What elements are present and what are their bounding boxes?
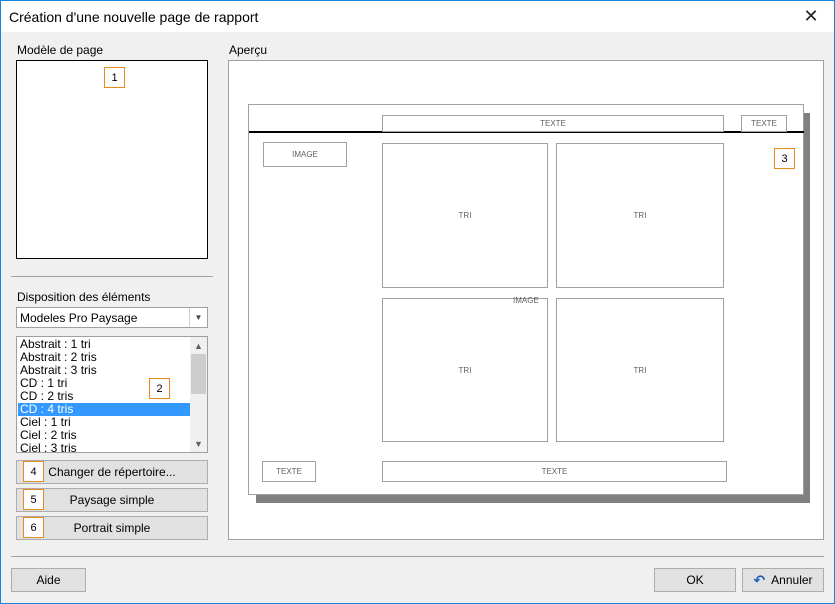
- preview-label: Aperçu: [229, 43, 268, 57]
- change-directory-button[interactable]: Changer de répertoire...: [16, 460, 208, 484]
- badge-5: 5: [23, 489, 44, 510]
- badge-4: 4: [23, 461, 44, 482]
- tri-label: TRI: [458, 211, 472, 220]
- listbox-scrollbar[interactable]: ▲ ▼: [190, 337, 207, 452]
- portrait-simple-label: Portrait simple: [73, 521, 151, 535]
- header-text-label: TEXTE: [540, 119, 566, 128]
- tri-label: TRI: [633, 365, 647, 375]
- layout-combo[interactable]: Modeles Pro Paysage ▼: [16, 307, 208, 328]
- ok-button[interactable]: OK: [654, 568, 736, 592]
- image-floating-label: IMAGE: [513, 296, 539, 305]
- scroll-thumb[interactable]: [191, 354, 206, 394]
- change-directory-label: Changer de répertoire...: [48, 465, 176, 479]
- close-icon[interactable]: ✕: [788, 1, 834, 32]
- layout-label: Disposition des éléments: [17, 290, 151, 304]
- tri-box-1: TRI: [382, 143, 548, 288]
- template-label: Modèle de page: [17, 43, 104, 57]
- image-box: IMAGE: [263, 142, 347, 167]
- scroll-down-icon[interactable]: ▼: [190, 435, 207, 452]
- landscape-simple-label: Paysage simple: [69, 493, 155, 507]
- footer-text-label: TEXTE: [541, 467, 568, 476]
- tri-box-2: TRI: [556, 143, 724, 288]
- landscape-simple-button[interactable]: Paysage simple: [16, 488, 208, 512]
- chevron-down-icon[interactable]: ▼: [189, 308, 207, 327]
- tri-box-3: TRI: [382, 298, 548, 442]
- portrait-simple-button[interactable]: Portrait simple: [16, 516, 208, 540]
- badge-1: 1: [104, 67, 125, 88]
- ok-label: OK: [686, 573, 704, 587]
- badge-2: 2: [149, 378, 170, 399]
- scroll-up-icon[interactable]: ▲: [190, 337, 207, 354]
- footer-text-small-label: TEXTE: [276, 467, 302, 476]
- list-item[interactable]: Ciel : 3 tris: [18, 442, 190, 453]
- tri-label: TRI: [458, 365, 472, 375]
- cancel-button[interactable]: ↶ Annuler: [742, 568, 824, 592]
- tri-box-4: TRI: [556, 298, 724, 442]
- undo-icon: ↶: [753, 571, 766, 588]
- left-divider: [11, 276, 213, 277]
- badge-6: 6: [23, 517, 44, 538]
- help-button[interactable]: Aide: [11, 568, 86, 592]
- footer-text-small-box: TEXTE: [262, 461, 316, 482]
- image-label: IMAGE: [292, 150, 318, 159]
- badge-3: 3: [774, 148, 795, 169]
- template-preview-box[interactable]: [16, 60, 208, 259]
- help-label: Aide: [36, 573, 61, 587]
- footer-divider: [11, 556, 824, 557]
- header-text-box: TEXTE: [382, 115, 724, 132]
- tri-label: TRI: [633, 211, 647, 220]
- layout-combo-value: Modeles Pro Paysage: [20, 311, 138, 325]
- header-text-small-label: TEXTE: [751, 119, 777, 128]
- title-bar: Création d'une nouvelle page de rapport …: [1, 1, 834, 32]
- footer-text-box: TEXTE: [382, 461, 727, 482]
- cancel-label: Annuler: [771, 573, 813, 587]
- window-title: Création d'une nouvelle page de rapport: [9, 9, 259, 25]
- layout-listbox[interactable]: Abstrait : 1 tri Abstrait : 2 tris Abstr…: [16, 336, 208, 453]
- header-text-small-box: TEXTE: [741, 115, 787, 132]
